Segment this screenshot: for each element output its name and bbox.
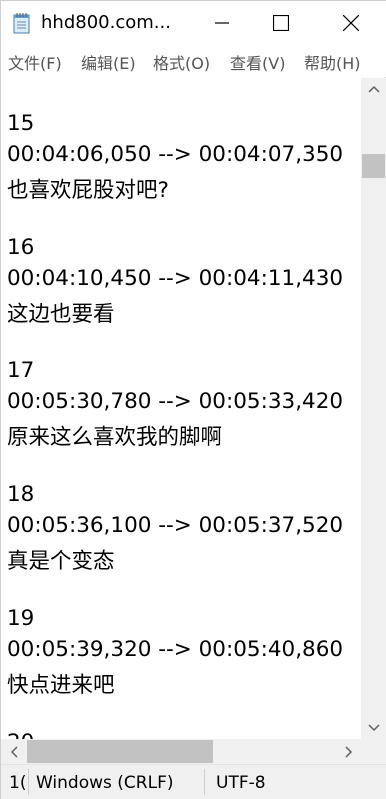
text-line: 原来这么喜欢我的脚啊	[7, 425, 223, 450]
vertical-scroll-thumb[interactable]	[362, 154, 385, 178]
close-icon	[343, 14, 359, 31]
chevron-up-icon	[367, 85, 380, 93]
text-line: 15	[7, 111, 35, 136]
scroll-right-button[interactable]	[336, 739, 361, 764]
minimize-button[interactable]	[189, 1, 255, 44]
horizontal-scrollbar[interactable]	[1, 739, 361, 764]
chevron-down-icon	[367, 724, 380, 732]
scrollbar-corner	[361, 739, 386, 764]
minimize-icon	[215, 21, 229, 24]
text-line: 00:04:06,050 --> 00:04:07,350	[7, 142, 344, 167]
menu-file[interactable]: 文件(F)	[8, 50, 62, 74]
text-line: 00:05:39,320 --> 00:05:40,860	[7, 637, 344, 662]
close-button[interactable]	[318, 1, 384, 44]
text-line: 17	[7, 358, 35, 383]
menu-edit[interactable]: 编辑(E)	[81, 50, 136, 74]
text-line: 00:04:10,450 --> 00:04:11,430	[7, 266, 344, 291]
maximize-button[interactable]	[248, 1, 314, 44]
text-line: 这边也要看	[7, 302, 115, 327]
status-divider	[204, 769, 205, 795]
chevron-right-icon	[344, 745, 352, 758]
text-line: 19	[7, 606, 35, 631]
text-line: 20	[7, 730, 34, 739]
horizontal-scroll-thumb[interactable]	[27, 740, 213, 763]
chevron-left-icon	[10, 745, 18, 758]
text-line: 00:05:30,780 --> 00:05:33,420	[7, 389, 344, 414]
status-divider	[28, 769, 29, 795]
notepad-icon	[13, 12, 31, 34]
scroll-left-button[interactable]	[1, 739, 26, 764]
text-line: 16	[7, 235, 35, 260]
menu-help[interactable]: 帮助(H)	[304, 50, 361, 74]
text-line: 快点进来吧	[7, 673, 115, 698]
menu-format[interactable]: 格式(O)	[153, 50, 210, 74]
window-title: hhd800.com...	[41, 12, 171, 33]
text-line: 00:05:36,100 --> 00:05:37,520	[7, 513, 344, 538]
vertical-scrollbar[interactable]	[361, 78, 386, 739]
status-encoding: UTF-8	[216, 773, 266, 793]
status-cursor-position: 1(	[9, 773, 25, 793]
menu-view[interactable]: 查看(V)	[230, 50, 285, 74]
text-editor[interactable]: 15 00:04:06,050 --> 00:04:07,350 也喜欢屁股对吧…	[1, 78, 361, 739]
scroll-down-button[interactable]	[361, 717, 386, 739]
text-line: 18	[7, 482, 35, 507]
menu-bar: 文件(F) 编辑(E) 格式(O) 查看(V) 帮助(H)	[1, 44, 386, 77]
title-bar[interactable]: hhd800.com...	[1, 1, 386, 44]
text-line: 真是个变态	[7, 549, 115, 574]
text-line: 也喜欢屁股对吧?	[7, 178, 169, 203]
maximize-icon	[273, 14, 289, 31]
status-bar: 1( Windows (CRLF) UTF-8	[1, 764, 386, 799]
scroll-up-button[interactable]	[361, 78, 386, 100]
notepad-window: hhd800.com... 文件(F) 编辑(E) 格式(O) 查看(V) 帮助…	[0, 0, 386, 799]
status-line-ending: Windows (CRLF)	[36, 773, 174, 793]
